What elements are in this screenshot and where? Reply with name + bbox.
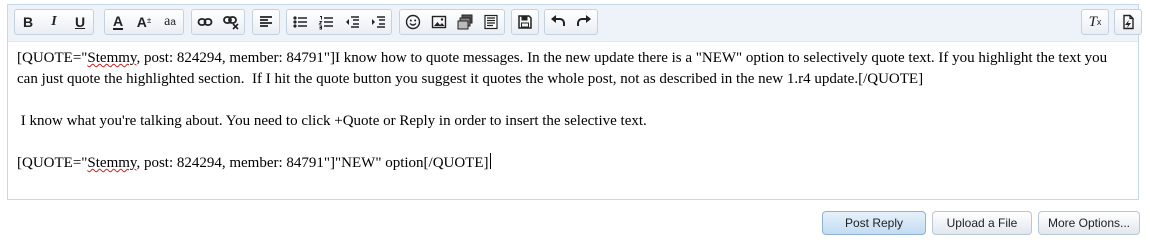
unlink-icon (223, 16, 239, 30)
editor-toolbar: B I U A A ± aa T x (8, 5, 1142, 42)
misspelled-word: Stemmy (87, 155, 137, 171)
save-draft-button[interactable] (512, 10, 538, 34)
save-icon (518, 15, 532, 29)
editor-line: [QUOTE="Stemmy, post: 824294, member: 84… (17, 153, 491, 171)
italic-button[interactable]: I (41, 10, 67, 34)
underline-icon: U (74, 14, 86, 30)
font-family-button[interactable]: aa (157, 10, 183, 34)
editor-line: I know what you're talking about. You ne… (17, 113, 647, 129)
message-text-area[interactable]: [QUOTE="Stemmy, post: 824294, member: 84… (17, 48, 1130, 174)
redo-icon (577, 15, 591, 26)
post-reply-button[interactable]: Post Reply (822, 211, 926, 235)
numbered-list-button[interactable] (313, 10, 339, 34)
undo-icon (551, 15, 565, 26)
italic-icon: I (51, 14, 57, 29)
image-icon (431, 15, 447, 29)
insert-media-button[interactable] (452, 10, 478, 34)
text-color-button[interactable]: A (105, 10, 131, 34)
message-editor: B I U A A ± aa T x [QUOTE="Stemmy, post:… (7, 4, 1142, 200)
text-color-icon: A (112, 12, 124, 30)
toggle-bbcode-icon (1123, 14, 1134, 30)
remove-format-button[interactable]: Tx (1082, 10, 1108, 34)
bold-icon: B (22, 14, 34, 30)
insert-link-button[interactable] (192, 10, 218, 34)
font-size-button[interactable]: A ± (131, 10, 157, 34)
indent-icon (372, 16, 385, 28)
link-icon (197, 18, 213, 26)
smiley-icon (405, 14, 421, 30)
bullet-list-icon (293, 16, 307, 28)
font-group: A A ± aa (104, 9, 184, 35)
underline-button[interactable]: U (67, 10, 93, 34)
list-group (286, 9, 392, 35)
save-group (511, 9, 539, 35)
outdent-icon (346, 16, 359, 28)
unlink-button[interactable] (218, 10, 244, 34)
remove-format-icon: T (1088, 13, 1097, 30)
bold-button[interactable]: B (15, 10, 41, 34)
font-size-icon: A (136, 14, 147, 30)
bullet-list-button[interactable] (287, 10, 313, 34)
insert-image-button[interactable] (426, 10, 452, 34)
numbered-list-icon (318, 16, 333, 30)
remove-format-group: Tx (1081, 9, 1109, 35)
code-icon (484, 14, 498, 30)
text-caret (489, 153, 491, 169)
outdent-button[interactable] (339, 10, 365, 34)
smilies-button[interactable] (400, 10, 426, 34)
toggle-bbcode-group (1114, 9, 1142, 35)
link-group (191, 9, 245, 35)
misspelled-word: Stemmy (87, 50, 137, 66)
upload-file-button[interactable]: Upload a File (932, 211, 1032, 235)
align-left-icon (260, 16, 272, 27)
align-group (252, 9, 280, 35)
redo-button[interactable] (571, 10, 597, 34)
form-actions: Post Reply Upload a File More Options... (822, 211, 1140, 235)
align-button[interactable] (253, 10, 279, 34)
indent-button[interactable] (365, 10, 391, 34)
toggle-bbcode-button[interactable] (1115, 10, 1141, 34)
format-group: B I U (14, 9, 94, 35)
history-group (544, 9, 598, 35)
undo-button[interactable] (545, 10, 571, 34)
media-icon (457, 14, 473, 30)
editor-line: [QUOTE="Stemmy, post: 824294, member: 84… (17, 50, 1111, 87)
insert-code-button[interactable] (478, 10, 504, 34)
more-options-button[interactable]: More Options... (1038, 211, 1140, 235)
insert-group (399, 9, 505, 35)
